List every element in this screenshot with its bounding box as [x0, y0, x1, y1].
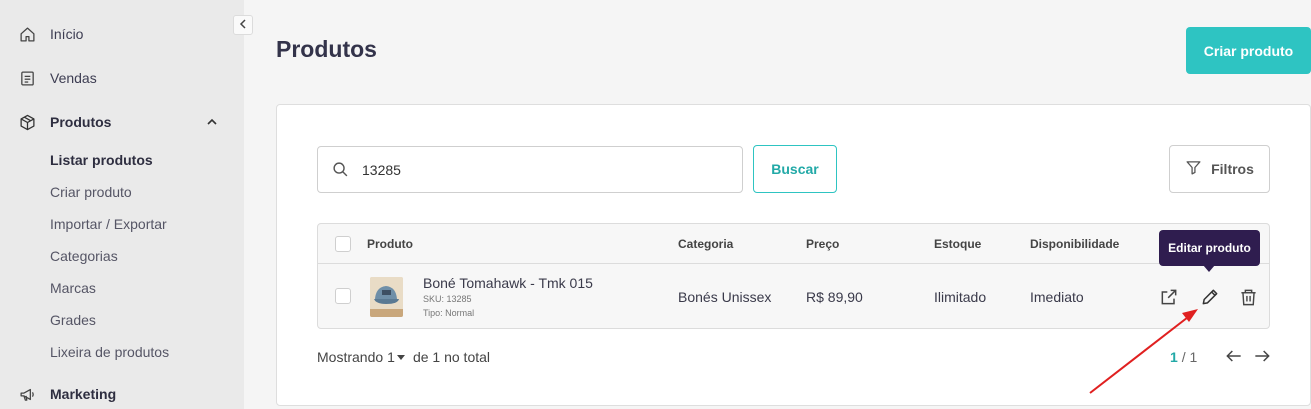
sidebar-item-marketing[interactable]: Marketing [18, 383, 116, 405]
product-category: Bonés Unissex [678, 289, 772, 305]
sidebar-item-label: Produtos [50, 114, 112, 130]
products-table: Produto Categoria Preço Estoque Disponib… [317, 223, 1270, 329]
total-pages: 1 [1189, 349, 1198, 365]
receipt-icon [18, 69, 36, 87]
trash-icon[interactable] [1237, 286, 1259, 308]
caret-down-icon [396, 354, 405, 360]
column-header-estoque: Estoque [934, 237, 982, 251]
external-link-icon[interactable] [1158, 286, 1180, 308]
sidebar-item-vendas[interactable]: Vendas [18, 67, 97, 89]
sidebar: Início Vendas Produtos Listar produtos C… [0, 0, 244, 409]
sidebar-item-label: Vendas [50, 70, 97, 86]
chevron-up-icon [206, 115, 218, 133]
filters-label: Filtros [1211, 161, 1254, 177]
showing-prefix: Mostrando [317, 349, 384, 365]
sidebar-subitem-listar-produtos[interactable]: Listar produtos [50, 152, 153, 168]
sidebar-subitem-criar-produto[interactable]: Criar produto [50, 184, 132, 200]
column-header-categoria: Categoria [678, 237, 734, 251]
box-icon [18, 113, 36, 131]
filter-icon [1185, 159, 1202, 179]
sidebar-item-label: Marketing [50, 386, 117, 402]
search-input[interactable]: 13285 [317, 146, 743, 193]
product-type: Tipo: Normal [423, 308, 475, 318]
megaphone-icon [18, 385, 36, 403]
product-stock: Ilimitado [934, 289, 987, 305]
per-page-select[interactable]: 1 [387, 349, 409, 365]
search-button[interactable]: Buscar [753, 145, 837, 193]
filters-button[interactable]: Filtros [1169, 145, 1270, 193]
page-title: Produtos [276, 36, 377, 62]
sidebar-subitem-categorias[interactable]: Categorias [50, 248, 118, 264]
edit-pencil-icon[interactable] [1199, 286, 1221, 308]
sidebar-item-produtos[interactable]: Produtos [18, 111, 217, 133]
product-availability: Imediato [1030, 289, 1084, 305]
prev-page-arrow-icon[interactable] [1224, 346, 1244, 366]
product-name[interactable]: Boné Tomahawk - Tmk 015 [423, 275, 593, 291]
tooltip-pointer [1203, 265, 1215, 272]
sidebar-collapse-button[interactable] [233, 15, 253, 35]
page-separator: / [1181, 349, 1186, 365]
column-header-produto: Produto [367, 237, 413, 251]
table-header-divider [318, 263, 1269, 264]
search-icon [332, 161, 349, 183]
product-sku: SKU: 13285 [423, 294, 472, 304]
next-page-arrow-icon[interactable] [1252, 346, 1272, 366]
per-page-value: 1 [387, 349, 395, 365]
edit-product-tooltip: Editar produto [1159, 230, 1260, 266]
product-price: R$ 89,90 [806, 289, 863, 305]
total-text: de 1 no total [412, 349, 491, 365]
create-product-button[interactable]: Criar produto [1186, 27, 1311, 74]
pagination-summary: Mostrando 1 de 1 no total [317, 349, 490, 365]
sidebar-subitem-grades[interactable]: Grades [50, 312, 96, 328]
column-header-disponibilidade: Disponibilidade [1030, 237, 1120, 251]
sidebar-item-label: Início [50, 26, 84, 42]
sidebar-subitem-lixeira[interactable]: Lixeira de produtos [50, 344, 169, 360]
sidebar-subitem-marcas[interactable]: Marcas [50, 280, 96, 296]
home-icon [18, 25, 36, 43]
select-all-checkbox[interactable] [335, 236, 351, 252]
chevron-left-icon [239, 18, 247, 32]
row-checkbox[interactable] [335, 288, 351, 304]
current-page: 1 [1170, 349, 1178, 365]
column-header-preco: Preço [806, 237, 840, 251]
sidebar-subitem-importar-exportar[interactable]: Importar / Exportar [50, 216, 167, 232]
search-value: 13285 [362, 162, 401, 178]
page-indicator: 1 / 1 [1170, 349, 1197, 365]
sidebar-item-inicio[interactable]: Início [18, 23, 83, 45]
product-thumbnail[interactable] [370, 277, 403, 317]
